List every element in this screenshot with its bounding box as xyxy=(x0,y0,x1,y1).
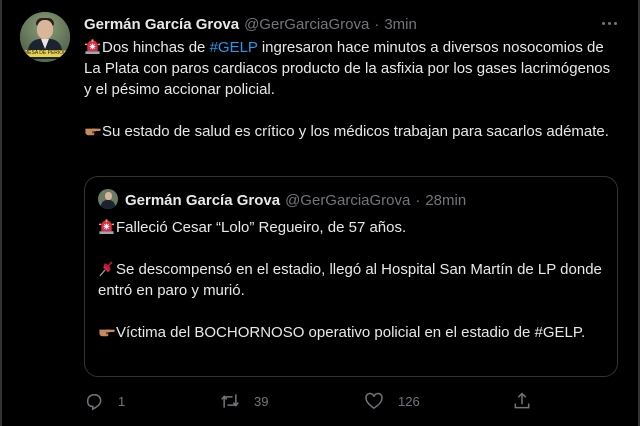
reply-icon xyxy=(87,394,102,411)
share-icon xyxy=(514,392,530,409)
hashtag-link[interactable]: #GELP xyxy=(210,39,258,56)
retweet-count: 39 xyxy=(254,393,269,409)
quoted-line-1: Falleció Cesar “Lolo” Regueiro, de 57 añ… xyxy=(116,219,407,236)
siren-emoji-icon xyxy=(98,219,115,235)
backhand-index-pointing-right-icon xyxy=(85,128,101,136)
tweet-text-p2: Su estado de salud es crítico y los médi… xyxy=(102,123,609,140)
author-handle[interactable]: @GerGarciaGrova xyxy=(244,16,369,33)
avatar[interactable]: MESA DE PERIODISTAS xyxy=(20,12,70,62)
backhand-index-pointing-right-icon xyxy=(99,329,115,337)
author-name[interactable]: Germán García Grova xyxy=(84,16,239,33)
retweet-button[interactable]: 39 xyxy=(220,390,268,412)
action-bar: 1 39 126 xyxy=(84,390,544,412)
quoted-time: 28min xyxy=(425,191,467,209)
heart-icon xyxy=(365,392,383,409)
tweet-text-p1-a: Dos hinchas de xyxy=(102,39,210,56)
siren-emoji-icon xyxy=(84,39,101,55)
quoted-tweet[interactable]: Germán García Grova @GerGarciaGrova · 28… xyxy=(84,176,618,377)
quoted-line-3: Víctima del BOCHORNOSO operativo policia… xyxy=(116,324,586,341)
quoted-author-name: Germán García Grova xyxy=(125,191,281,209)
quoted-separator-dot: · xyxy=(415,191,421,209)
like-button[interactable]: 126 xyxy=(364,390,420,412)
more-icon[interactable] xyxy=(598,14,620,32)
tweet-time[interactable]: 3min xyxy=(384,16,417,33)
avatar-banner: MESA DE PERIODISTAS xyxy=(24,50,66,57)
like-count: 126 xyxy=(398,393,420,409)
quoted-header: Germán García Grova @GerGarciaGrova · 28… xyxy=(125,190,466,210)
pushpin-emoji-icon xyxy=(99,261,113,277)
retweet-icon xyxy=(221,394,239,408)
tweet-header: Germán García Grova @GerGarciaGrova · 3m… xyxy=(84,14,417,34)
quoted-avatar xyxy=(98,189,118,209)
share-button[interactable] xyxy=(512,390,532,412)
quoted-author-handle: @GerGarciaGrova xyxy=(285,191,411,209)
quoted-line-2: Se descompensó en el estadio, llegó al H… xyxy=(98,261,607,299)
reply-count: 1 xyxy=(118,393,126,409)
reply-button[interactable]: 1 xyxy=(84,390,125,412)
quoted-text: Falleció Cesar “Lolo” Regueiro, de 57 añ… xyxy=(98,217,608,343)
separator-dot: · xyxy=(374,15,380,33)
tweet-text: Dos hinchas de #GELP ingresaron hace min… xyxy=(84,37,614,142)
